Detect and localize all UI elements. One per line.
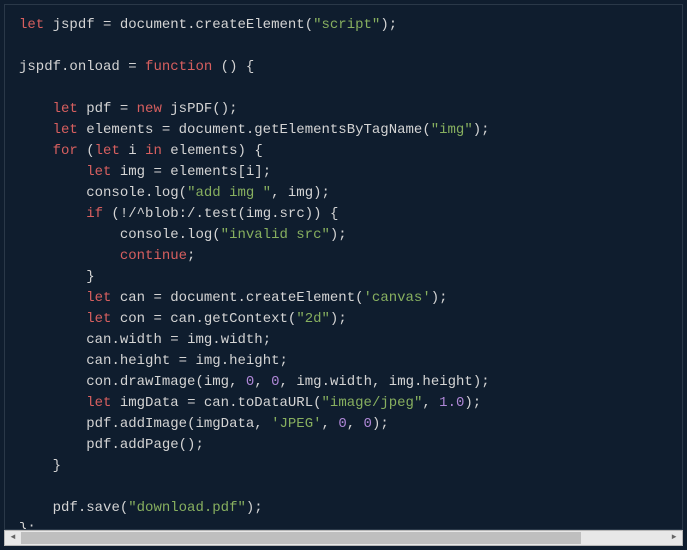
scrollbar-thumb[interactable] [21, 532, 581, 544]
horizontal-scrollbar[interactable]: ◄ ► [4, 530, 683, 546]
code-content[interactable]: let jspdf = document.createElement("scri… [4, 4, 683, 530]
scroll-right-arrow-icon[interactable]: ► [666, 531, 682, 545]
scroll-left-arrow-icon[interactable]: ◄ [5, 531, 21, 545]
code-editor: let jspdf = document.createElement("scri… [0, 0, 687, 550]
